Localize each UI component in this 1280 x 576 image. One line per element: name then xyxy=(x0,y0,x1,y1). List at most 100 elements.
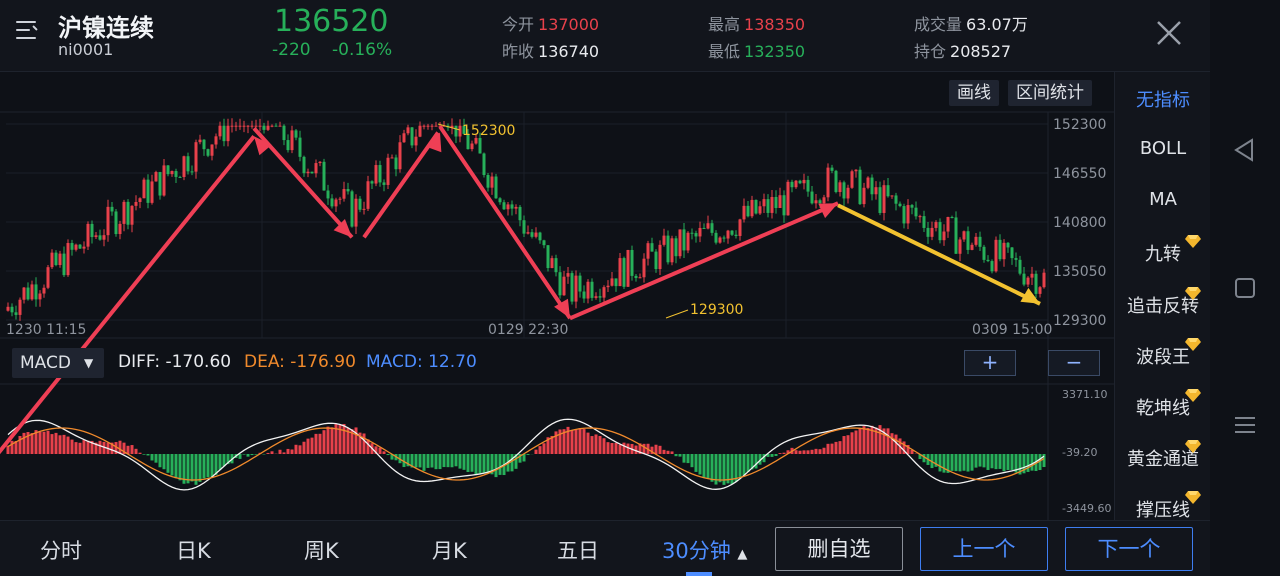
time-axis-label: 0309 15:00 xyxy=(972,322,1052,338)
candle xyxy=(1022,273,1026,285)
macd-bar xyxy=(978,454,982,467)
candle xyxy=(678,229,682,257)
candle xyxy=(594,296,598,298)
candle xyxy=(58,253,62,266)
candle xyxy=(382,182,386,185)
candle xyxy=(798,180,802,184)
candle xyxy=(1006,242,1010,248)
price-axis-label: 129300 xyxy=(1053,313,1106,329)
candle xyxy=(510,204,514,209)
candle xyxy=(974,236,978,245)
candle xyxy=(302,156,306,174)
macd-bar xyxy=(42,431,46,454)
vip-diamond-icon xyxy=(1185,389,1201,402)
candle xyxy=(98,235,102,240)
previous-button[interactable]: 上一个 xyxy=(920,527,1048,571)
candle xyxy=(618,258,622,287)
macd-bar xyxy=(206,454,210,478)
menu-icon[interactable] xyxy=(14,18,40,42)
vip-diamond-icon xyxy=(1185,235,1201,248)
macd-bar xyxy=(1042,454,1046,468)
candle xyxy=(754,199,758,214)
remove-watchlist-button[interactable]: 删自选 xyxy=(775,527,903,571)
candle xyxy=(814,200,818,204)
candle xyxy=(414,136,418,146)
macd-bar xyxy=(98,440,102,454)
draw-line-button[interactable]: 画线 xyxy=(949,80,999,106)
macd-bar xyxy=(678,454,682,457)
candle xyxy=(614,278,618,287)
candle xyxy=(62,253,66,276)
macd-bar xyxy=(382,451,386,454)
macd-bar xyxy=(330,427,334,454)
candle xyxy=(1030,273,1034,278)
candle xyxy=(534,232,538,237)
tab-monthly[interactable]: 月K xyxy=(432,535,467,565)
candle xyxy=(822,197,826,204)
tab-30min[interactable]: 30分钟 ▲ xyxy=(662,535,747,565)
macd-bar xyxy=(754,454,758,469)
macd-bar xyxy=(290,449,294,454)
home-icon[interactable] xyxy=(1232,275,1258,301)
range-stats-button[interactable]: 区间统计 xyxy=(1008,80,1092,106)
volume-stat: 成交量 63.07万 xyxy=(914,15,1028,34)
zoom-out-button[interactable]: − xyxy=(1048,350,1100,376)
macd-bar xyxy=(218,454,222,470)
tab-weekly[interactable]: 周K xyxy=(304,535,339,565)
macd-bar xyxy=(794,450,798,454)
candle xyxy=(698,227,702,237)
macd-value: MACD: 12.70 xyxy=(366,352,477,372)
macd-bar xyxy=(422,454,426,471)
macd-bar xyxy=(746,454,750,472)
tab-intraday[interactable]: 分时 xyxy=(40,535,82,565)
candle xyxy=(862,187,866,205)
indicator-item[interactable]: MA xyxy=(1115,189,1211,210)
quote-header: 沪镍连续 ni0001 136520 -220 -0.16% 今开 137000 … xyxy=(0,0,1210,72)
candle xyxy=(94,235,98,238)
candle xyxy=(514,206,518,209)
candle xyxy=(34,284,38,300)
candle xyxy=(570,273,574,302)
candle xyxy=(982,246,986,260)
recents-icon[interactable] xyxy=(1232,412,1258,438)
candle xyxy=(830,167,834,171)
macd-bar xyxy=(366,439,370,454)
candle xyxy=(950,216,954,218)
indicator-item[interactable]: 无指标 xyxy=(1115,86,1211,112)
tab-five-day[interactable]: 五日 xyxy=(557,535,599,565)
candle xyxy=(486,175,490,188)
macd-select[interactable]: MACD ▼ xyxy=(12,348,104,378)
candle xyxy=(602,287,606,298)
macd-bar xyxy=(842,436,846,454)
zoom-in-button[interactable]: + xyxy=(964,350,1016,376)
macd-bar xyxy=(170,454,174,476)
macd-bar xyxy=(686,454,690,464)
macd-bar xyxy=(66,436,70,454)
macd-bar xyxy=(818,449,822,454)
macd-bar xyxy=(986,454,990,470)
candle xyxy=(582,291,586,299)
candle xyxy=(66,243,70,276)
macd-bar xyxy=(1010,454,1014,470)
macd-bar xyxy=(994,454,998,470)
vip-diamond-icon xyxy=(1185,440,1201,453)
tab-daily[interactable]: 日K xyxy=(176,535,211,565)
candle xyxy=(586,281,590,299)
next-button[interactable]: 下一个 xyxy=(1065,527,1193,571)
candle xyxy=(518,206,522,221)
macd-bar xyxy=(118,440,122,454)
macd-bar xyxy=(606,442,610,454)
open-stat: 今开 137000 xyxy=(502,15,600,34)
candle xyxy=(634,275,638,279)
candle xyxy=(366,181,370,209)
close-icon[interactable] xyxy=(1150,14,1188,52)
open-interest-stat: 持仓 208527 xyxy=(914,42,1012,61)
macd-bar xyxy=(158,454,162,468)
candle xyxy=(598,296,602,298)
indicator-item[interactable]: BOLL xyxy=(1115,138,1211,159)
kline-chart[interactable]: 152300 146550 140800 135050 129300 1230 11:15… xyxy=(0,72,1114,520)
candle xyxy=(198,139,202,143)
back-icon[interactable] xyxy=(1232,137,1258,163)
candle xyxy=(310,171,314,174)
macd-bar xyxy=(662,449,666,454)
